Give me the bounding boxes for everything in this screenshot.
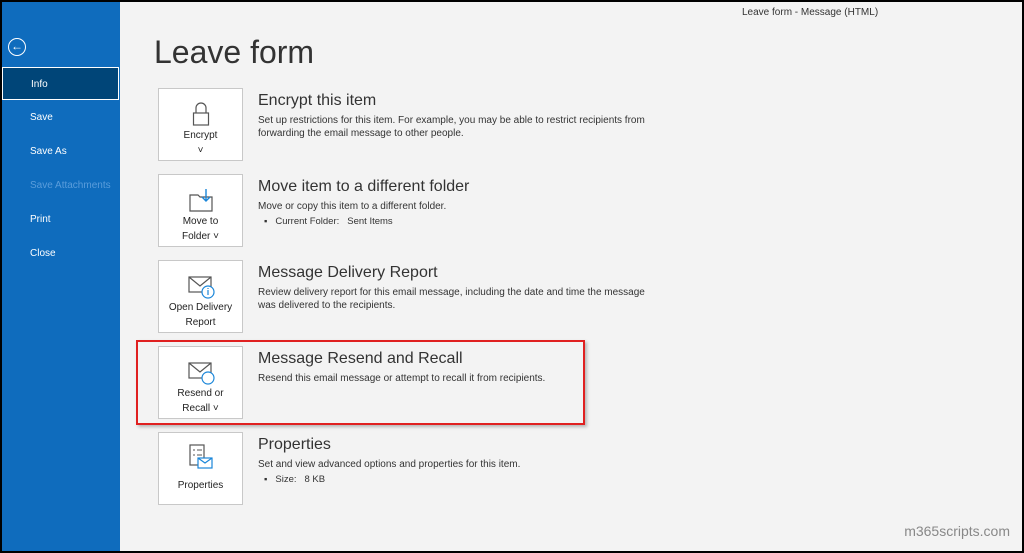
- size-info: ▪ Size: 8 KB: [258, 474, 658, 485]
- sidebar: ← Info Save Save As Save Attachments Pri…: [2, 2, 120, 551]
- section-title: Message Delivery Report: [258, 264, 438, 281]
- current-folder-info: ▪ Current Folder: Sent Items: [258, 216, 658, 227]
- envelope-refresh-icon: [159, 355, 242, 385]
- button-label: Resend or: [177, 388, 224, 399]
- button-label: Encrypt: [183, 130, 218, 141]
- section-description: Set up restrictions for this item. For e…: [258, 115, 645, 139]
- folder-label: Current Folder:: [275, 216, 340, 227]
- section-properties: Properties Set and view advanced options…: [258, 436, 658, 485]
- section-description: Review delivery report for this email me…: [258, 287, 645, 311]
- chevron-down-icon: ˅: [197, 145, 204, 156]
- resend-or-recall-button[interactable]: Resend or Recall ˅: [158, 346, 243, 419]
- button-label: Report: [185, 317, 216, 328]
- sidebar-item-save-as[interactable]: Save As: [2, 135, 119, 168]
- section-encrypt: Encrypt this item Set up restrictions fo…: [258, 92, 658, 140]
- move-to-folder-button[interactable]: Move to Folder ˅: [158, 174, 243, 247]
- button-label: Properties: [177, 480, 224, 491]
- encrypt-button[interactable]: Encrypt ˅: [158, 88, 243, 161]
- size-label: Size:: [275, 474, 297, 485]
- section-delivery-report: Message Delivery Report Review delivery …: [258, 264, 658, 312]
- folder-move-icon: [159, 183, 242, 213]
- folder-value: Sent Items: [347, 216, 393, 227]
- sidebar-item-info[interactable]: Info: [2, 67, 119, 100]
- section-description: Resend this email message or attempt to …: [258, 373, 546, 384]
- section-title: Properties: [258, 436, 331, 453]
- envelope-info-icon: [159, 269, 242, 299]
- sidebar-item-print[interactable]: Print: [2, 203, 119, 236]
- button-label: Folder ˅: [182, 231, 219, 242]
- sidebar-item-save-attachments: Save Attachments: [30, 180, 111, 191]
- section-description: Move or copy this item to a different fo…: [258, 201, 447, 212]
- back-arrow-icon[interactable]: ←: [8, 38, 26, 56]
- properties-button[interactable]: Properties: [158, 432, 243, 505]
- backstage-window: ← Info Save Save As Save Attachments Pri…: [2, 2, 1022, 551]
- lock-icon: [159, 97, 242, 127]
- section-move: Move item to a different folder Move or …: [258, 178, 658, 227]
- sidebar-item-save[interactable]: Save: [2, 101, 119, 134]
- section-description: Set and view advanced options and proper…: [258, 459, 521, 470]
- bullet-icon: ▪: [264, 216, 268, 227]
- properties-icon: [159, 441, 242, 471]
- section-title: Message Resend and Recall: [258, 350, 463, 367]
- open-delivery-report-button[interactable]: Open Delivery Report: [158, 260, 243, 333]
- button-label: Open Delivery: [168, 302, 233, 313]
- size-value: 8 KB: [304, 474, 326, 485]
- section-title: Encrypt this item: [258, 92, 377, 109]
- bullet-icon: ▪: [264, 474, 268, 485]
- section-resend-recall: Message Resend and Recall Resend this em…: [258, 350, 658, 385]
- button-label: Recall ˅: [182, 403, 219, 414]
- window-title: Leave form - Message (HTML): [742, 7, 879, 18]
- page-title: Leave form: [154, 34, 315, 70]
- button-label: Move to: [182, 216, 219, 227]
- section-title: Move item to a different folder: [258, 178, 470, 195]
- watermark: m365scripts.com: [904, 523, 1010, 539]
- sidebar-item-close[interactable]: Close: [2, 237, 119, 270]
